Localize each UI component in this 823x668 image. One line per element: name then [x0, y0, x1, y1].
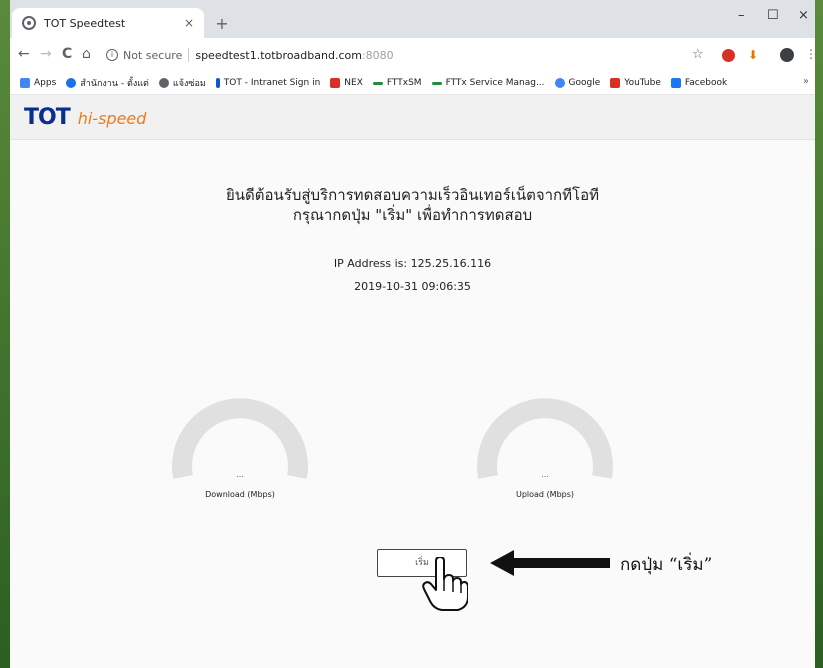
- menu-icon[interactable]: ⋮: [805, 47, 817, 61]
- forward-icon[interactable]: →: [40, 46, 52, 62]
- address-separator: [188, 48, 190, 62]
- ip-address: IP Address is: 125.25.16.116: [333, 257, 492, 270]
- bookmark-item[interactable]: แจ้งซ่อม: [158, 76, 206, 90]
- bookmark-label: FTTx Service Manag...: [445, 78, 545, 88]
- wave-icon: [431, 81, 442, 85]
- upload-value: ...: [541, 470, 549, 479]
- intranet-icon: [215, 78, 220, 88]
- tab-title: TOT Speedtest: [44, 16, 126, 30]
- logo-brand: TOT: [24, 105, 71, 130]
- bookmark-item[interactable]: NEX: [330, 78, 363, 88]
- hand-cursor-icon: [422, 557, 468, 611]
- upload-gauge: [477, 398, 613, 479]
- profile-avatar[interactable]: [780, 48, 794, 62]
- maximize-icon[interactable]: ☐: [767, 8, 779, 23]
- bookmark-label: แจ้งซ่อม: [172, 79, 206, 89]
- info-icon[interactable]: i: [106, 49, 118, 61]
- book-cover-left: [0, 0, 10, 668]
- site-header: TOT hi-speed: [10, 95, 815, 140]
- tot-logo[interactable]: TOT hi-speed: [24, 105, 146, 130]
- tab-speedtest[interactable]: TOT Speedtest ×: [12, 8, 204, 38]
- arrow-left-icon: [490, 550, 610, 576]
- bookmark-item[interactable]: สำนักงาน - ตั้งแต่: [66, 76, 149, 90]
- bookmark-item[interactable]: Facebook: [670, 78, 728, 88]
- tab-strip: TOT Speedtest × + – ☐ ×: [10, 0, 815, 38]
- welcome-line-2: กรุณากดปุ่ม "เริ่ม" เพื่อทำการทดสอบ: [292, 206, 533, 224]
- bookmark-item[interactable]: FTTxSM: [372, 78, 422, 88]
- bookmarks-more-icon[interactable]: »: [803, 76, 809, 87]
- bookmark-label: Facebook: [684, 78, 728, 88]
- youtube-icon: [610, 78, 621, 88]
- bookmark-item[interactable]: FTTx Service Manag...: [431, 78, 545, 88]
- bookmark-item[interactable]: TOT - Intranet Sign in: [215, 78, 321, 88]
- bookmark-label: Apps: [34, 78, 57, 88]
- bookmark-label: TOT - Intranet Sign in: [223, 78, 321, 88]
- globe-icon: [158, 78, 169, 88]
- welcome-message: ยินดีต้อนรับสู่บริการทดสอบความเร็วอินเทอ…: [10, 185, 815, 225]
- bookmark-label: สำนักงาน - ตั้งแต่: [80, 79, 149, 89]
- home-icon[interactable]: ⌂: [82, 46, 91, 62]
- download-label: Download (Mbps): [205, 490, 275, 499]
- not-secure-label: Not secure: [123, 48, 183, 62]
- google-icon: [554, 78, 565, 88]
- bookmark-label: NEX: [344, 78, 363, 88]
- facebook-icon: [670, 78, 681, 88]
- test-datetime: 2019-10-31 09:06:35: [354, 280, 471, 293]
- bookmark-label: Google: [568, 78, 601, 88]
- logo-tagline: hi-speed: [77, 109, 147, 128]
- new-tab-icon[interactable]: +: [212, 14, 232, 34]
- url-host: speedtest1.totbroadband.com: [195, 48, 362, 62]
- minimize-icon[interactable]: –: [738, 8, 745, 23]
- annotation-text: กดปุ่ม “เริ่ม”: [620, 555, 713, 575]
- bookmark-label: YouTube: [624, 78, 661, 88]
- download-gauge: [172, 398, 308, 479]
- screenshot: TOT Speedtest × + – ☐ × ← → C ⌂ i Not se…: [0, 0, 823, 668]
- download-value: ...: [236, 470, 244, 479]
- book-cover-right: [815, 0, 823, 668]
- favicon-icon: [22, 16, 36, 30]
- apps-grid-icon: [20, 78, 30, 88]
- tab-close-icon[interactable]: ×: [184, 16, 194, 30]
- url-port: :8080: [361, 48, 394, 62]
- bookmark-star-icon[interactable]: ☆: [692, 47, 704, 62]
- upload-label: Upload (Mbps): [515, 490, 575, 499]
- download-icon[interactable]: ⬇: [748, 48, 758, 62]
- bookmark-item[interactable]: Google: [554, 78, 601, 88]
- extension-red-icon[interactable]: [722, 49, 735, 62]
- bookmarks-bar: Apps สำนักงาน - ตั้งแต่ แจ้งซ่อม TOT - I…: [10, 72, 815, 95]
- reload-icon[interactable]: C: [62, 46, 72, 62]
- gear-icon: [66, 78, 77, 88]
- bookmark-apps[interactable]: Apps: [20, 78, 56, 88]
- address-bar[interactable]: i Not secure speedtest1.totbroadband.com…: [106, 43, 686, 67]
- nex-icon: [330, 78, 341, 88]
- page-content: TOT hi-speed ยินดีต้อนรับสู่บริการทดสอบค…: [10, 95, 815, 668]
- browser-window: TOT Speedtest × + – ☐ × ← → C ⌂ i Not se…: [10, 0, 817, 668]
- bookmark-item[interactable]: YouTube: [610, 78, 661, 88]
- back-icon[interactable]: ←: [18, 46, 30, 62]
- wave-icon: [372, 81, 383, 85]
- welcome-line-1: ยินดีต้อนรับสู่บริการทดสอบความเร็วอินเทอ…: [226, 186, 599, 204]
- browser-toolbar: ← → C ⌂ i Not secure speedtest1.totbroad…: [10, 38, 817, 73]
- close-window-icon[interactable]: ×: [798, 8, 809, 23]
- bookmark-label: FTTxSM: [386, 78, 422, 88]
